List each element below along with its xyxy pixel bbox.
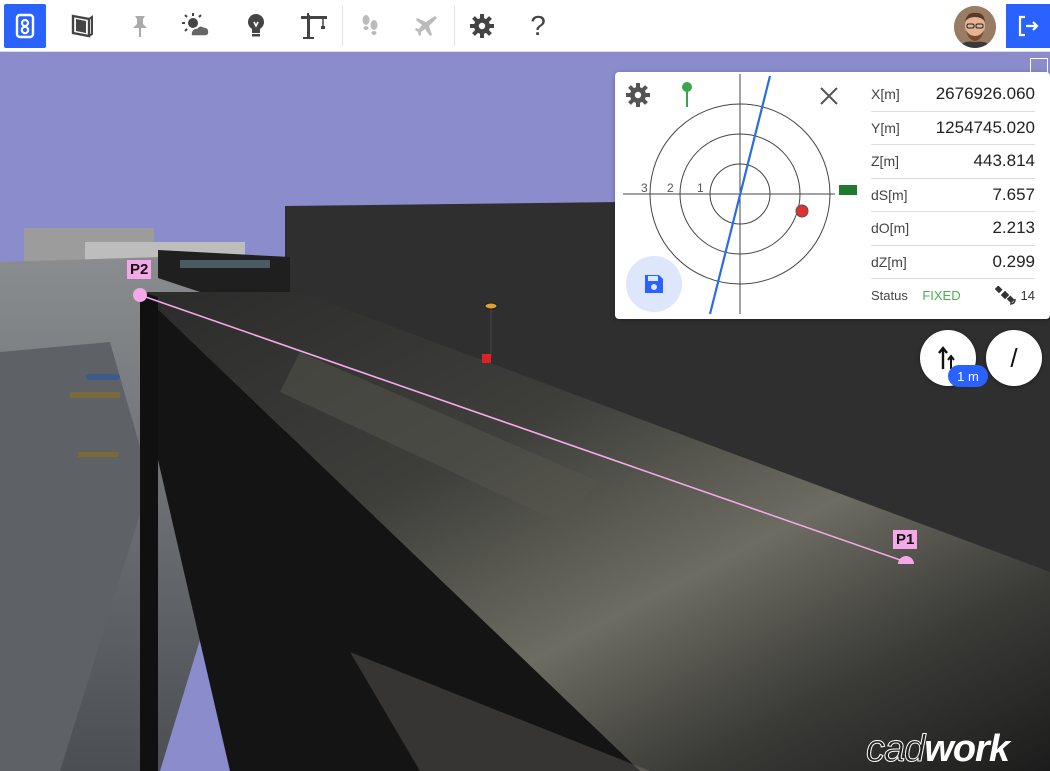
status-row: Status FIXED 14 — [871, 279, 1035, 313]
logo-suffix: work — [924, 728, 1010, 770]
value-number: 7.657 — [992, 184, 1035, 204]
parapet-edge — [140, 292, 158, 771]
close-icon — [820, 87, 838, 105]
airplane-icon — [415, 16, 437, 36]
status-label: Status — [871, 287, 908, 303]
value-row-do: dO[m] 2.213 — [871, 212, 1035, 246]
p1-label: P1 — [893, 530, 918, 549]
polar-plot: 3 2 1 — [615, 72, 865, 319]
measure-mode-button[interactable]: / — [986, 330, 1042, 386]
value-key: dS[m] — [871, 186, 908, 203]
settings-icon — [626, 83, 650, 107]
settings-button[interactable] — [462, 6, 502, 46]
panel-settings-button[interactable] — [625, 82, 651, 108]
models-button[interactable] — [62, 6, 102, 46]
book-icon — [71, 14, 93, 38]
logo-prefix: cad — [865, 728, 925, 771]
pin-icon — [682, 82, 692, 107]
roof-window — [180, 260, 270, 268]
ring-label-3: 3 — [641, 181, 648, 195]
gnss-antenna — [484, 302, 498, 310]
scale-badge: 1 m — [948, 365, 988, 387]
save-point-button[interactable] — [626, 256, 682, 312]
current-position-dot — [795, 204, 809, 218]
stakeout-panel: 3 2 1 X[m] 2676926.060 Y[m] 1254745.020 … — [615, 72, 1050, 319]
value-row-z: Z[m] 443.814 — [871, 145, 1035, 179]
p2-label: P2 — [127, 260, 152, 279]
value-number: 443.814 — [973, 151, 1035, 171]
street-marking — [70, 392, 120, 398]
slash-icon: / — [1010, 342, 1018, 373]
avatar-icon — [954, 6, 996, 48]
cadwork-logo: cadwork — [865, 728, 1010, 771]
parked-car — [86, 374, 120, 380]
app-root: ? P2 P1 3 2 1 X[m] 2676926.060 Y[m] 1254… — [0, 0, 1050, 771]
toolbar-divider — [454, 6, 455, 46]
lightbulb-icon — [248, 14, 264, 37]
toolbar-divider — [342, 6, 343, 46]
user-avatar[interactable] — [954, 6, 996, 48]
value-number: 2676926.060 — [935, 84, 1035, 104]
value-row-x: X[m] 2676926.060 — [871, 78, 1035, 112]
satellite-icon — [994, 285, 1016, 305]
value-row-y: Y[m] 1254745.020 — [871, 112, 1035, 145]
help-icon: ? — [530, 10, 546, 41]
save-icon — [645, 275, 663, 293]
pin-icon — [133, 16, 147, 37]
target-pin-button[interactable] — [677, 80, 697, 110]
crane-icon — [301, 13, 327, 39]
value-key: Z[m] — [871, 153, 899, 170]
top-toolbar: ? — [0, 0, 1050, 52]
weather-icon — [182, 13, 210, 37]
weather-button[interactable] — [176, 6, 216, 46]
value-key: X[m] — [871, 86, 900, 103]
coordinate-values: X[m] 2676926.060 Y[m] 1254745.020 Z[m] 4… — [871, 78, 1035, 313]
status-group: Status FIXED — [871, 287, 961, 305]
app-logo-icon — [15, 13, 35, 39]
settings-icon — [470, 14, 494, 38]
footprints-icon — [362, 15, 378, 35]
value-number: 2.213 — [992, 218, 1035, 238]
logout-icon — [1018, 15, 1039, 37]
value-row-ds: dS[m] 7.657 — [871, 179, 1035, 212]
help-button[interactable]: ? — [518, 6, 558, 46]
logout-button[interactable] — [1006, 4, 1050, 48]
app-logo-button[interactable] — [4, 4, 46, 48]
lightbulb-button[interactable] — [236, 6, 276, 46]
p2-marker[interactable] — [133, 288, 147, 302]
fly-button[interactable] — [406, 6, 446, 46]
crane-button[interactable] — [294, 6, 334, 46]
satellite-number: 14 — [1020, 288, 1035, 304]
satellite-count: 14 — [994, 285, 1035, 306]
street-marking — [78, 452, 118, 457]
value-key: dO[m] — [871, 220, 910, 237]
ring-label-1: 1 — [697, 181, 704, 195]
pin-button[interactable] — [120, 6, 160, 46]
value-key: Y[m] — [871, 119, 900, 136]
value-number: 0.299 — [992, 251, 1035, 271]
status-value: FIXED — [922, 287, 961, 303]
value-key: dZ[m] — [871, 253, 907, 270]
pole-tip-marker — [482, 354, 491, 363]
value-row-dz: dZ[m] 0.299 — [871, 246, 1035, 279]
direction-indicator — [839, 185, 857, 195]
walk-button[interactable] — [350, 6, 390, 46]
close-panel-button[interactable] — [815, 82, 843, 110]
value-number: 1254745.020 — [935, 117, 1035, 137]
ring-label-2: 2 — [667, 181, 674, 195]
